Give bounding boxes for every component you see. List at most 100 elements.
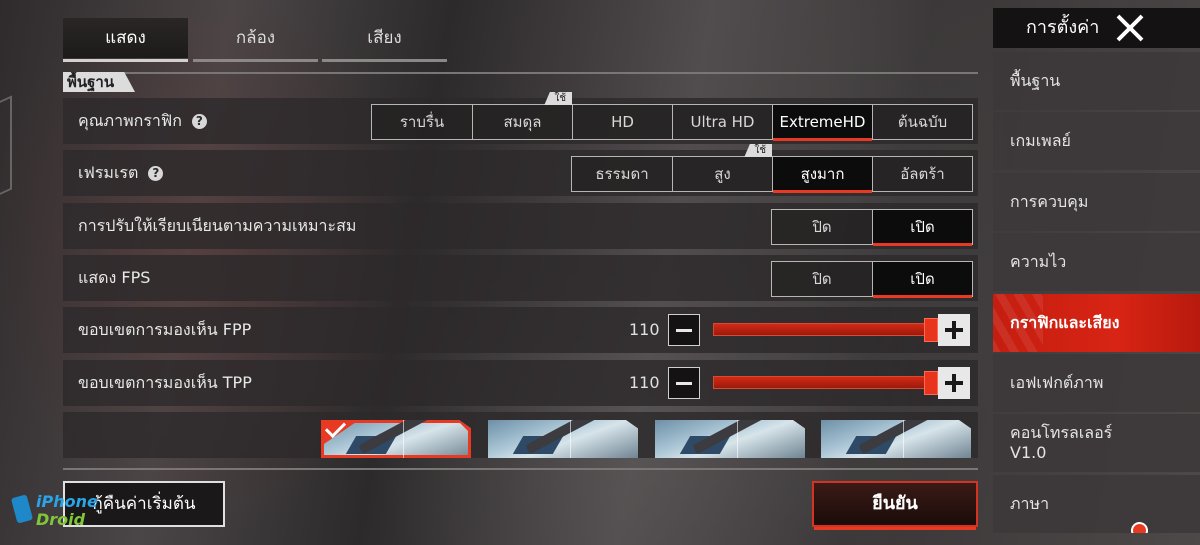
fpp-view-row: ขอบเขตการมองเห็น FPP 110 bbox=[63, 307, 978, 353]
frame-option-label: สูงมาก bbox=[800, 165, 845, 183]
crosshair-preset-1[interactable] bbox=[321, 420, 471, 458]
graphics-option-hd[interactable]: HD bbox=[572, 105, 672, 139]
frame-option-normal[interactable]: ธรรมดา bbox=[572, 157, 672, 191]
graphics-quality-label: คุณภาพกราฟิก bbox=[78, 111, 182, 130]
show-fps-row: แสดง FPS ปิด เปิด bbox=[63, 255, 978, 301]
graphics-option-smooth[interactable]: ราบรื่น bbox=[372, 105, 472, 139]
tab-camera-label: กล้อง bbox=[235, 28, 276, 48]
sidebar-item-label: การควบคุม bbox=[1010, 192, 1089, 211]
sidebar-item-gameplay[interactable]: เกมเพลย์ bbox=[993, 112, 1200, 170]
left-edge-decoration bbox=[0, 95, 12, 199]
sidebar-item-sensitivity[interactable]: ความไว bbox=[993, 233, 1200, 291]
graphics-option-ultrahd[interactable]: Ultra HD bbox=[672, 105, 772, 139]
preset-art bbox=[403, 420, 404, 458]
tab-audio-label: เสียง bbox=[367, 28, 402, 48]
sidebar-header: การตั้งค่า bbox=[993, 8, 1200, 48]
preset-art bbox=[903, 420, 904, 458]
sidebar-item-label: เอฟเฟกต์ภาพ bbox=[1010, 373, 1104, 392]
graphics-option-label: ราบรื่น bbox=[399, 113, 445, 131]
tpp-decrease-button[interactable] bbox=[668, 367, 700, 399]
top-tabs: แสดง กล้อง เสียง bbox=[63, 18, 978, 74]
graphics-option-label: ต้นฉบับ bbox=[897, 113, 948, 131]
graphics-quality-row: คุณภาพกราฟิก? ราบรื่น สมดุล ใช้ HD Ultra… bbox=[63, 92, 978, 144]
frame-option-label: ธรรมดา bbox=[595, 165, 649, 183]
check-icon bbox=[324, 420, 347, 439]
adaptive-smooth-on[interactable]: เปิด bbox=[872, 210, 972, 246]
adaptive-smooth-off[interactable]: ปิด bbox=[772, 210, 872, 244]
sidebar-item-label: เกมเพลย์ bbox=[1010, 131, 1071, 150]
tpp-slider-track[interactable] bbox=[713, 376, 931, 389]
help-icon[interactable]: ? bbox=[148, 166, 164, 181]
preset-art bbox=[570, 420, 571, 458]
fpp-slider-thumb[interactable] bbox=[924, 318, 938, 342]
frame-option-very-high[interactable]: สูงมาก bbox=[772, 157, 872, 193]
graphics-option-original[interactable]: ต้นฉบับ bbox=[872, 105, 972, 139]
frame-option-high[interactable]: สูง ใช้ bbox=[672, 144, 772, 191]
tab-audio[interactable]: เสียง bbox=[322, 18, 447, 62]
graphics-option-label: Ultra HD bbox=[690, 113, 755, 131]
selected-corner bbox=[457, 420, 471, 434]
help-icon[interactable]: ? bbox=[191, 114, 207, 129]
fpp-decrease-button[interactable] bbox=[668, 314, 700, 346]
toggle-off-label: ปิด bbox=[812, 270, 832, 288]
watermark-logo: iPhone Droid bbox=[10, 488, 98, 532]
close-icon[interactable] bbox=[1113, 14, 1147, 42]
toggle-on-label: เปิด bbox=[910, 270, 935, 288]
tpp-increase-button[interactable] bbox=[938, 367, 970, 399]
frame-rate-label: เฟรมเรต bbox=[78, 163, 139, 182]
sidebar-item-graphics-audio[interactable]: กราฟิกและเสียง bbox=[993, 294, 1200, 352]
graphics-option-label: ExtremeHD bbox=[779, 113, 866, 131]
adaptive-smooth-toggle: ปิด เปิด bbox=[771, 209, 973, 246]
frame-option-label: อัลตร้า bbox=[900, 165, 945, 183]
phone-icon bbox=[10, 494, 34, 524]
graphics-option-extremehd[interactable]: ExtremeHD bbox=[772, 105, 872, 141]
sidebar-item-label: กราฟิกและเสียง bbox=[1010, 313, 1120, 332]
watermark-line2: Droid bbox=[36, 510, 86, 529]
crosshair-preset-2[interactable] bbox=[488, 420, 638, 458]
graphics-quality-label-wrap: คุณภาพกราฟิก? bbox=[78, 98, 207, 144]
tpp-slider-fill bbox=[714, 377, 930, 388]
section-header: พื้นฐาน bbox=[63, 72, 135, 92]
tpp-slider-thumb[interactable] bbox=[924, 371, 938, 395]
fpp-slider-track[interactable] bbox=[713, 323, 931, 336]
tpp-view-row: ขอบเขตการมองเห็น TPP 110 bbox=[63, 360, 978, 406]
confirm-button[interactable]: ยืนยัน bbox=[812, 481, 978, 530]
sidebar-item-label: ภาษา bbox=[1010, 494, 1050, 513]
adaptive-smooth-label: การปรับให้เรียบเนียนตามความเหมาะสม bbox=[78, 216, 357, 235]
tpp-view-label: ขอบเขตการมองเห็น TPP bbox=[78, 373, 252, 392]
show-fps-on[interactable]: เปิด bbox=[872, 262, 972, 298]
sidebar-item-visual-effects[interactable]: เอฟเฟกต์ภาพ bbox=[993, 354, 1200, 412]
tpp-view-value: 110 bbox=[629, 373, 660, 392]
frame-rate-row: เฟรมเรต? ธรรมดา สูง ใช้ สูงมาก อัลตร้า bbox=[63, 144, 978, 196]
sidebar-item-label: ความไว bbox=[1010, 252, 1067, 271]
crosshair-preset-row bbox=[63, 412, 978, 458]
toggle-on-label: เปิด bbox=[910, 218, 935, 236]
tab-display[interactable]: แสดง bbox=[63, 18, 188, 62]
bottom-divider bbox=[63, 468, 978, 470]
notification-dot-icon bbox=[1131, 522, 1148, 533]
graphics-option-label: สมดุล bbox=[503, 113, 542, 131]
adaptive-smooth-row: การปรับให้เรียบเนียนตามความเหมาะสม ปิด เ… bbox=[63, 203, 978, 249]
sidebar-item-label: พื้นฐาน bbox=[1010, 71, 1061, 90]
graphics-option-label: HD bbox=[611, 113, 634, 131]
fpp-slider-fill bbox=[714, 324, 930, 335]
settings-sidebar: การตั้งค่า พื้นฐาน เกมเพลย์ การควบคุม คว… bbox=[993, 0, 1200, 545]
sidebar-item-basic[interactable]: พื้นฐาน bbox=[993, 52, 1200, 110]
frame-option-label: สูง bbox=[714, 165, 731, 183]
tabs-divider bbox=[63, 72, 978, 74]
tab-camera[interactable]: กล้อง bbox=[193, 18, 318, 62]
sidebar-item-controls[interactable]: การควบคุม bbox=[993, 173, 1200, 231]
sidebar-item-language[interactable]: ภาษา bbox=[993, 475, 1200, 533]
frame-option-ultra[interactable]: อัลตร้า bbox=[872, 157, 972, 191]
sidebar-item-label: คอนโทรลเลอร์ bbox=[1010, 423, 1113, 442]
crosshair-preset-3[interactable] bbox=[655, 420, 805, 458]
sidebar-item-controller[interactable]: คอนโทรลเลอร์ V1.0 bbox=[993, 414, 1200, 472]
frame-rate-label-wrap: เฟรมเรต? bbox=[78, 150, 164, 196]
crosshair-preset-4[interactable] bbox=[821, 420, 971, 458]
fpp-increase-button[interactable] bbox=[938, 314, 970, 346]
preset-art bbox=[737, 420, 738, 458]
show-fps-off[interactable]: ปิด bbox=[772, 262, 872, 296]
graphics-option-balanced[interactable]: สมดุล ใช้ bbox=[472, 92, 572, 139]
tab-display-label: แสดง bbox=[105, 28, 146, 48]
watermark-line1: iPhone bbox=[36, 492, 98, 511]
